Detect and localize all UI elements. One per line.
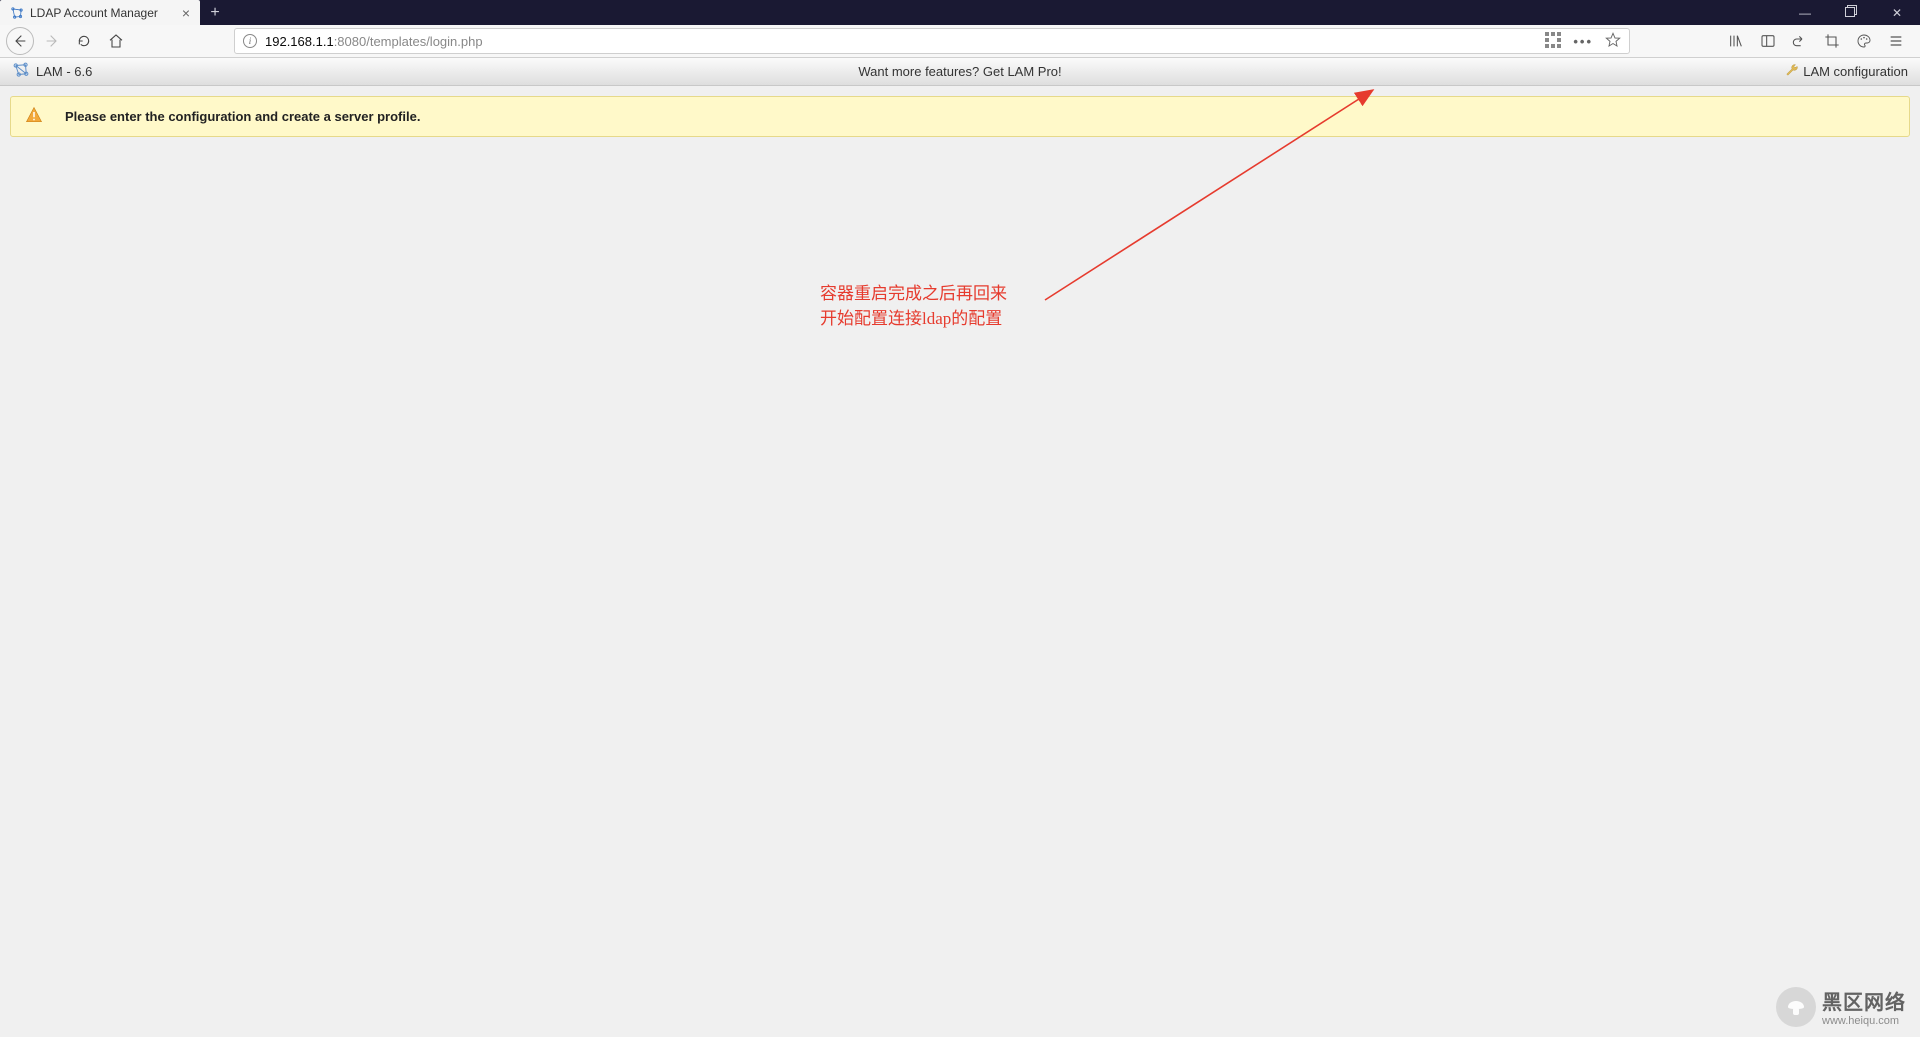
sidebar-icon[interactable] <box>1756 29 1780 53</box>
palette-icon[interactable] <box>1852 29 1876 53</box>
window-controls: — ✕ <box>1782 0 1920 25</box>
lam-header: LAM - 6.6 Want more features? Get LAM Pr… <box>0 58 1920 86</box>
warning-message: Please enter the configuration and creat… <box>10 96 1910 137</box>
url-text: 192.168.1.1:8080/templates/login.php <box>265 34 1537 49</box>
nav-forward-button[interactable] <box>38 27 66 55</box>
annotation-line2: 开始配置连接ldap的配置 <box>820 307 1007 332</box>
nav-back-button[interactable] <box>6 27 34 55</box>
window-minimize-icon[interactable]: — <box>1782 6 1828 20</box>
watermark-line2: www.heiqu.com <box>1822 1015 1906 1027</box>
annotation-line1: 容器重启完成之后再回来 <box>820 282 1007 307</box>
watermark-line1: 黑区网络 <box>1822 986 1906 1015</box>
crop-icon[interactable] <box>1820 29 1844 53</box>
url-bar[interactable]: i 192.168.1.1:8080/templates/login.php •… <box>234 28 1630 54</box>
annotation-text: 容器重启完成之后再回来 开始配置连接ldap的配置 <box>820 282 1007 331</box>
watermark-logo-icon <box>1776 987 1816 1027</box>
page-actions-icon[interactable]: ••• <box>1573 34 1593 49</box>
warning-text: Please enter the configuration and creat… <box>65 109 420 124</box>
toolbar-right <box>1724 29 1914 53</box>
lam-logo-icon <box>12 61 30 82</box>
browser-tab[interactable]: LDAP Account Manager × <box>0 0 200 25</box>
warning-icon <box>25 106 43 127</box>
hamburger-menu-icon[interactable] <box>1884 29 1908 53</box>
tab-favicon-icon <box>10 6 24 20</box>
lam-version-text: LAM - 6.6 <box>36 64 92 79</box>
bookmark-star-icon[interactable] <box>1605 32 1621 51</box>
url-actions: ••• <box>1545 32 1621 51</box>
wrench-icon <box>1785 63 1799 80</box>
undo-icon[interactable] <box>1788 29 1812 53</box>
nav-toolbar: i 192.168.1.1:8080/templates/login.php •… <box>0 25 1920 58</box>
message-container: Please enter the configuration and creat… <box>0 86 1920 147</box>
new-tab-button[interactable]: + <box>200 0 230 25</box>
lam-configuration-text: LAM configuration <box>1803 64 1908 79</box>
tab-strip: LDAP Account Manager × + <box>0 0 230 25</box>
watermark: 黑区网络 www.heiqu.com <box>1776 986 1906 1027</box>
nav-home-button[interactable] <box>102 27 130 55</box>
tab-close-icon[interactable]: × <box>182 6 190 20</box>
library-icon[interactable] <box>1724 29 1748 53</box>
page-content: LAM - 6.6 Want more features? Get LAM Pr… <box>0 58 1920 147</box>
window-restore-icon[interactable] <box>1828 5 1874 20</box>
lam-configuration-link[interactable]: LAM configuration <box>1785 63 1908 80</box>
lam-pro-link[interactable]: Want more features? Get LAM Pro! <box>858 64 1061 79</box>
watermark-text: 黑区网络 www.heiqu.com <box>1822 986 1906 1027</box>
window-close-icon[interactable]: ✕ <box>1874 6 1920 20</box>
qr-icon[interactable] <box>1545 32 1561 51</box>
window-title-bar: LDAP Account Manager × + — ✕ <box>0 0 1920 25</box>
annotation-arrow <box>0 0 1920 1037</box>
nav-reload-button[interactable] <box>70 27 98 55</box>
tab-title: LDAP Account Manager <box>30 6 176 20</box>
lam-version: LAM - 6.6 <box>12 61 92 82</box>
site-info-icon[interactable]: i <box>243 34 257 48</box>
